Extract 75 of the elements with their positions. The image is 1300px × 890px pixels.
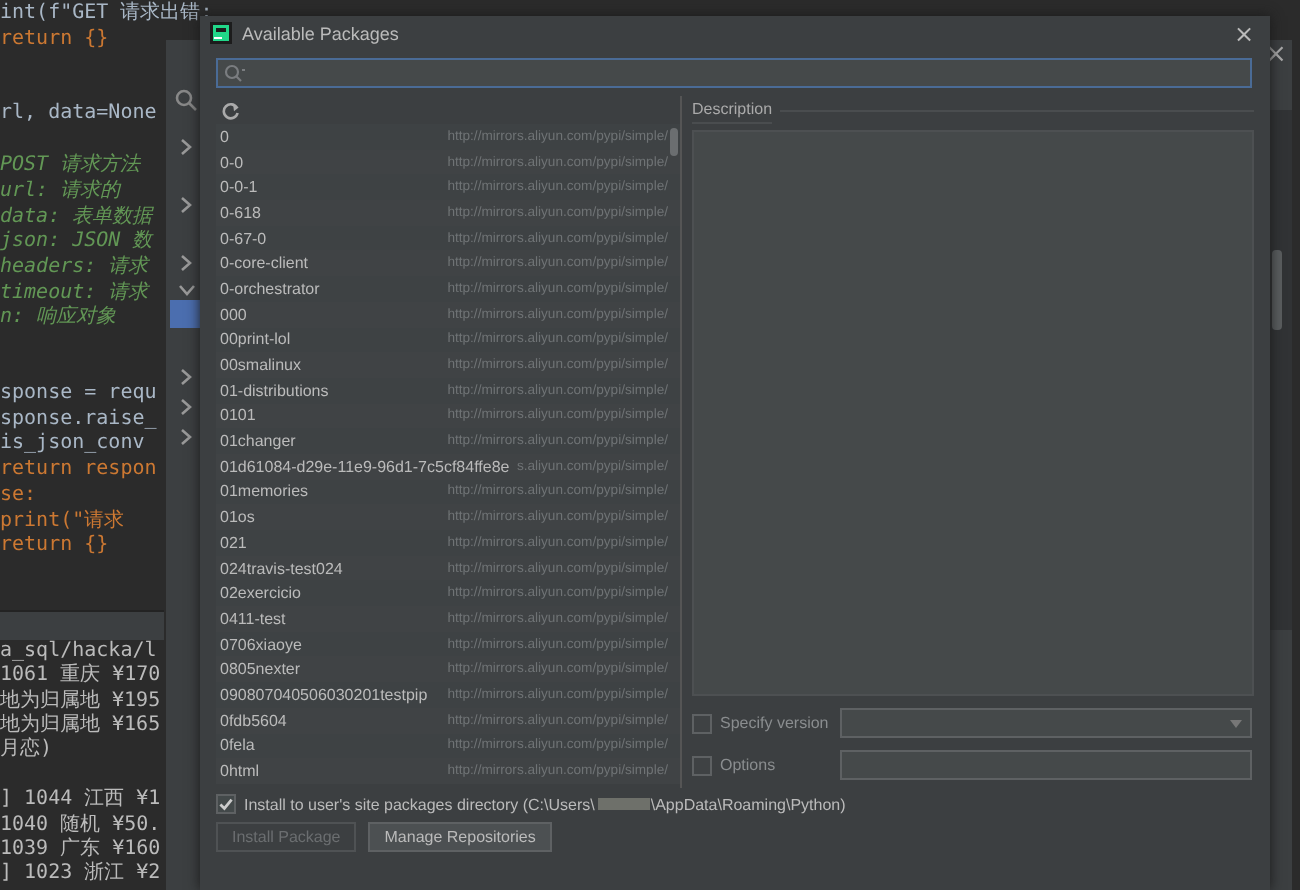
blurred-area xyxy=(598,798,651,810)
package-name: 021 xyxy=(220,533,247,552)
code-line: url: 请求的 xyxy=(0,179,121,205)
package-name: 024travis-test024 xyxy=(220,559,343,578)
package-name: 090807040506030201testpip xyxy=(220,685,428,704)
option-label: Options xyxy=(720,756,778,774)
console-line: 1039 广东 ¥160 xyxy=(0,838,161,861)
console-line: ] 1044 江西 ¥1 xyxy=(0,788,161,813)
code-line: sponse = requ xyxy=(0,382,157,408)
package-name: 0-orchestrator xyxy=(220,279,320,298)
section-label: Description xyxy=(692,97,773,123)
code-line: json: JSON 数 xyxy=(0,230,153,255)
package-name: 0fdb5604 xyxy=(220,711,287,730)
code-line: print("请求 xyxy=(0,509,125,534)
package-name: 000 xyxy=(220,305,247,324)
console-line: a_sql/hacka/l xyxy=(0,640,157,663)
console-line: 地为归属地 ¥195 xyxy=(0,689,161,713)
console-line: 月恋) xyxy=(0,738,53,763)
app-icon xyxy=(210,22,232,44)
package-name: 0101 xyxy=(220,406,256,425)
package-name: 01changer xyxy=(220,432,296,451)
code-line: is_json_conv xyxy=(0,432,145,459)
package-name: 0html xyxy=(220,762,260,781)
chevron-right-icon[interactable] xyxy=(178,138,196,156)
chevron-right-icon[interactable] xyxy=(178,196,196,214)
code-line: return {} xyxy=(0,27,109,53)
install-path: \AppData\Roaming\Python) xyxy=(650,795,846,813)
package-name: 00print-lol xyxy=(220,330,291,349)
options-field[interactable] xyxy=(840,750,1252,780)
package-name: 00smalinux xyxy=(220,356,301,375)
package-name: 0-618 xyxy=(220,203,261,222)
code-line: n: 响应对象 xyxy=(0,306,117,333)
package-name: 01d61084-d29e-11e9-96d1-7c5cf84ffe8e xyxy=(220,457,510,476)
chevron-right-icon[interactable] xyxy=(178,254,196,272)
search-icon xyxy=(224,64,246,82)
checkbox[interactable] xyxy=(216,794,236,814)
package-name: 0-core-client xyxy=(220,254,309,273)
code-line: sponse.raise_ xyxy=(0,407,157,432)
window-title: Available Packages xyxy=(242,23,401,43)
code-line: data: 表单数据 xyxy=(0,205,153,230)
code-line: se: xyxy=(0,483,37,510)
console-line: 1061 重庆 ¥170 xyxy=(0,664,161,689)
close-button[interactable]: × xyxy=(1233,19,1254,47)
console-line: 地为归属地 ¥165 xyxy=(0,713,161,737)
package-name: 0411-test xyxy=(220,609,286,628)
refresh-icon[interactable] xyxy=(222,101,240,119)
console-line: 1040 随机 ¥50. xyxy=(0,813,161,837)
package-name: 02exercicio xyxy=(220,584,301,603)
chevron-down-icon[interactable] xyxy=(178,282,196,300)
install-label: Install to user's site packages directory (C:\Users\ xyxy=(244,795,595,813)
code-line: POST 请求方法 xyxy=(0,154,141,179)
scrollbar-thumb[interactable] xyxy=(1272,250,1282,330)
package-name: 0-67-0 xyxy=(220,229,267,248)
package-name: 0706xiaoye xyxy=(220,635,302,654)
option-label: Specify version xyxy=(720,714,831,732)
search-field[interactable] xyxy=(216,58,1252,88)
action-button[interactable]: Manage Repositories xyxy=(368,822,552,852)
checkbox[interactable] xyxy=(692,755,712,775)
code-line: headers: 请求 xyxy=(0,255,149,281)
package-name: 0-0-1 xyxy=(220,178,258,197)
console-line: ] 1023 浙江 ¥2 xyxy=(0,862,161,888)
search-icon[interactable] xyxy=(174,88,198,112)
package-name: 0-0 xyxy=(220,153,244,172)
package-name: 01-distributions xyxy=(220,381,329,400)
code-line: timeout: 请求 xyxy=(0,281,149,305)
checkbox[interactable] xyxy=(692,713,712,733)
code-line: return respon xyxy=(0,458,157,484)
package-name: 0fela xyxy=(220,736,255,755)
package-name: 0 xyxy=(220,127,229,146)
code-line: return {} xyxy=(0,534,109,560)
package-name: 01memories xyxy=(220,482,309,501)
dropdown-arrow-icon xyxy=(1230,719,1242,727)
package-name: 0805nexter xyxy=(220,660,301,679)
package-name: 01os xyxy=(220,508,255,527)
code-line: rl, data=None xyxy=(0,102,157,129)
